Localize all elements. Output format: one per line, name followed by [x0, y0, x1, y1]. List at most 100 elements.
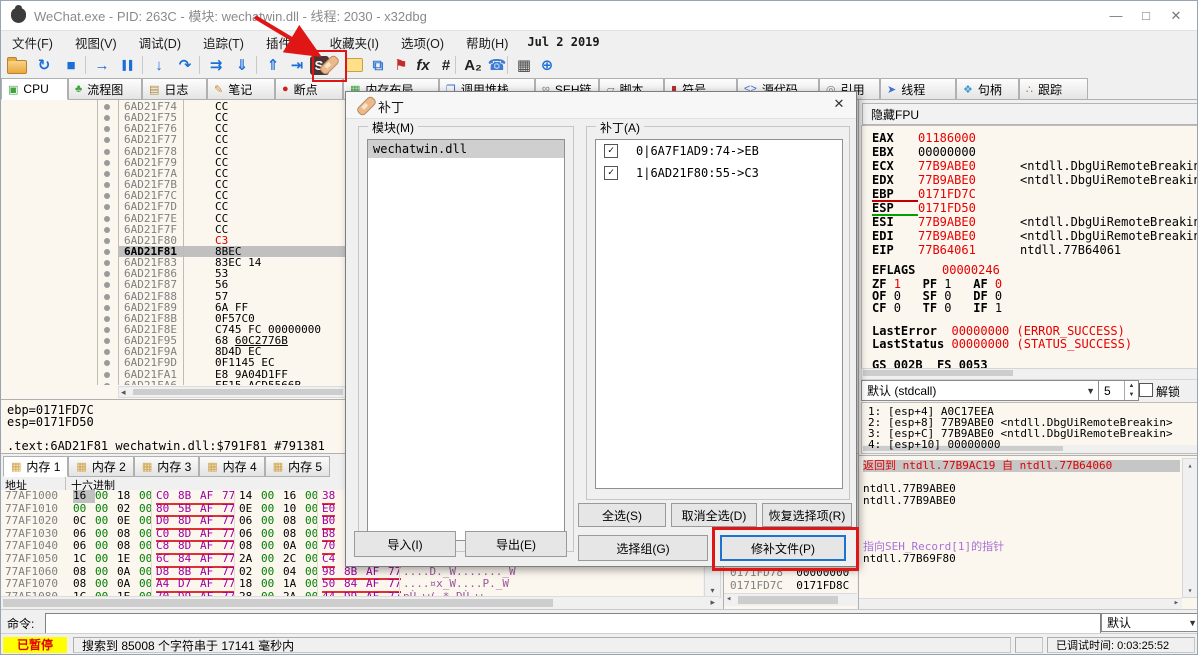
register-row-eax[interactable]: EAX 01186000 — [872, 132, 1010, 144]
globe-icon[interactable]: ⊕ — [536, 54, 558, 76]
menu-item[interactable]: 插件(P) — [255, 31, 319, 54]
register-row-esi[interactable]: ESI 77B9ABE0 <ntdll.DbgUiRemoteBreakin> — [872, 216, 1197, 228]
breakpoint-dot-icon[interactable] — [104, 159, 110, 166]
breakpoint-dot-icon[interactable] — [104, 248, 110, 255]
patch-checkbox[interactable]: ✓ — [604, 144, 618, 158]
scroll-down-icon[interactable]: ▾ — [1183, 584, 1197, 597]
breakpoint-dot-icon[interactable] — [104, 271, 110, 278]
unlock-checkbox[interactable] — [1139, 383, 1153, 397]
breakpoint-dot-icon[interactable] — [104, 315, 110, 322]
comments-icon[interactable] — [343, 54, 365, 76]
register-row-ebx[interactable]: EBX 00000000 — [872, 146, 1010, 158]
import-button[interactable]: 导入(I) — [354, 531, 456, 557]
register-row-esp[interactable]: ESP 0171FD50 — [872, 202, 1010, 216]
tab-流程图[interactable]: ♣ 流程图 — [68, 78, 142, 100]
labels-icon[interactable]: ⧉ — [367, 54, 389, 76]
scroll-right-icon[interactable]: ▸ — [1174, 598, 1179, 608]
command-input[interactable] — [45, 613, 1101, 634]
patch-list[interactable]: ✓ 0|6A7F1AD9:74->EB ✓ 1|6AD21F80:55->C3 — [595, 139, 843, 489]
stack-row[interactable]: 0171FD7C 0171FD8C — [730, 579, 849, 592]
module-list[interactable]: wechatwin.dll — [367, 139, 565, 541]
breakpoint-dot-icon[interactable] — [104, 115, 110, 122]
laststatus-row[interactable]: LastStatus 00000000 (STATUS_SUCCESS) — [872, 338, 1132, 350]
dialog-title-bar[interactable]: 补丁 ✕ — [346, 92, 856, 119]
dialog-close-icon[interactable]: ✕ — [830, 96, 848, 114]
menu-item[interactable]: 收藏夹(I) — [319, 31, 390, 54]
scroll-thumb[interactable] — [738, 596, 838, 604]
dump-hscrollbar[interactable]: ▸ — [1, 596, 719, 609]
breakpoint-dot-icon[interactable] — [104, 282, 110, 289]
stack-hscrollbar[interactable]: ◂ — [724, 593, 857, 606]
menu-item[interactable]: 视图(V) — [64, 31, 128, 54]
hide-fpu-button[interactable]: 隐藏FPU — [862, 103, 1197, 125]
fast-run-icon[interactable]: ⇉ — [205, 54, 227, 76]
breakpoint-dot-icon[interactable] — [104, 327, 110, 333]
stack-info-line[interactable]: ntdll.77B69F80 — [863, 553, 1180, 565]
menu-item[interactable]: 帮助(H) — [455, 31, 519, 54]
scroll-thumb[interactable] — [133, 389, 343, 395]
breakpoint-dot-icon[interactable] — [104, 226, 110, 233]
stop-icon[interactable]: ■ — [60, 54, 82, 76]
patch-list-item[interactable]: ✓ 1|6AD21F80:55->C3 — [596, 162, 842, 184]
flags-row[interactable]: CF 0 TF 0 IF 1 — [872, 302, 1024, 314]
close-button[interactable]: ✕ — [1161, 1, 1191, 31]
breakpoint-dot-icon[interactable] — [104, 104, 110, 110]
scroll-left-icon[interactable]: ◂ — [726, 594, 731, 604]
patch-file-button[interactable]: 修补文件(P) — [720, 535, 846, 561]
stack-row[interactable]: 0171FD78 00000000 — [730, 566, 849, 579]
breakpoint-dot-icon[interactable] — [104, 360, 110, 367]
menu-item[interactable]: 选项(O) — [390, 31, 455, 54]
command-profile-select[interactable]: 默认 ▼ — [1101, 613, 1197, 632]
dump-tab-5[interactable]: ▦ 内存 5 — [264, 456, 331, 477]
breakpoint-dot-icon[interactable] — [104, 204, 110, 211]
arg-count-stepper[interactable]: 5 ▲ ▼ — [1098, 380, 1139, 401]
register-row-ecx[interactable]: ECX 77B9ABE0 <ntdll.DbgUiRemoteBreakin> — [872, 160, 1197, 172]
select-all-button[interactable]: 全选(S) — [578, 503, 666, 527]
register-row-ebp[interactable]: EBP 0171FD7C — [872, 188, 1010, 202]
stack-info-line[interactable]: 返回到 ntdll.77B9AC19 自 ntdll.77B64060 — [863, 460, 1180, 472]
step-into-icon[interactable]: ↓ — [148, 54, 170, 76]
font-settings-icon[interactable]: A₂ — [462, 54, 484, 76]
bookmarks-icon[interactable]: ⚑ — [390, 54, 412, 76]
stackinfo-vscrollbar[interactable]: ▴ ▾ — [1182, 458, 1197, 598]
tab-句柄[interactable]: ❖ 句柄 — [956, 78, 1019, 100]
restore-selected-button[interactable]: 恢复选择项(R) — [762, 503, 852, 527]
registers-panel[interactable]: EAX 01186000 EBX 00000000 ECX 77B9ABE0 <ntdll.… — [861, 125, 1197, 369]
calling-convention-select[interactable]: 默认 (stdcall) ▼ — [861, 380, 1100, 401]
tab-cpu[interactable]: ▣ CPU — [1, 78, 68, 100]
function-icon[interactable]: fx — [412, 54, 434, 76]
menu-item[interactable]: 调试(D) — [128, 31, 192, 54]
lasterror-row[interactable]: LastError 00000000 (ERROR_SUCCESS) — [872, 325, 1125, 337]
argument-row[interactable]: 4: [esp+10] 00000000 — [868, 439, 1000, 450]
patch-checkbox[interactable]: ✓ — [604, 166, 618, 180]
run-to-user-code-icon[interactable]: ⇥ — [286, 54, 308, 76]
pause-icon[interactable]: ▌▌ — [118, 54, 140, 76]
execute-till-return-icon[interactable]: ⇑ — [262, 54, 284, 76]
scroll-thumb[interactable] — [3, 599, 553, 607]
arguments-panel[interactable]: 1: [esp+4] A0C17EEA 2: [esp+8] 77B9ABE0 <… — [861, 402, 1197, 454]
breakpoint-dot-icon[interactable] — [104, 182, 110, 189]
register-row-eip[interactable]: EIP 77B64061 ntdll.77B64061 — [872, 244, 1121, 256]
stepper-arrows-icon[interactable]: ▲ ▼ — [1124, 381, 1138, 400]
eflags-row[interactable]: EFLAGS 00000246 — [872, 264, 1000, 276]
patch-list-item[interactable]: ✓ 0|6A7F1AD9:74->EB — [596, 140, 842, 162]
breakpoint-dot-icon[interactable] — [104, 148, 110, 155]
dump-tab-2[interactable]: ▦ 内存 2 — [68, 456, 134, 477]
breakpoint-dot-icon[interactable] — [104, 126, 110, 133]
stack-info-panel[interactable]: ▴ ▾ ▸ 返回到 ntdll.77B9AC19 自 ntdll.77B6406… — [859, 455, 1197, 610]
breakpoint-dot-icon[interactable] — [104, 237, 110, 244]
tab-线程[interactable]: ➤ 线程 — [880, 78, 956, 100]
breakpoint-dot-icon[interactable] — [104, 349, 110, 356]
restart-icon[interactable]: ↻ — [33, 54, 55, 76]
scroll-up-icon[interactable]: ▴ — [1183, 459, 1197, 472]
trace-into-icon[interactable]: ⇓ — [231, 54, 253, 76]
dump-tab-3[interactable]: ▦ 内存 3 — [133, 456, 200, 477]
breakpoint-dot-icon[interactable] — [104, 293, 110, 300]
patch-icon[interactable] — [318, 54, 340, 76]
calculator-icon[interactable]: ▦ — [513, 54, 535, 76]
tab-日志[interactable]: ▤ 日志 — [142, 78, 207, 100]
dump-row[interactable]: 77AF1070 08 00 0A 00 A4 D7 AF 77 18 00 1A 00 50 84 AF 77… — [1, 578, 703, 593]
breakpoint-dot-icon[interactable] — [104, 382, 110, 385]
dump-tab-4[interactable]: ▦ 内存 4 — [199, 456, 265, 477]
breakpoint-dot-icon[interactable] — [104, 170, 110, 177]
